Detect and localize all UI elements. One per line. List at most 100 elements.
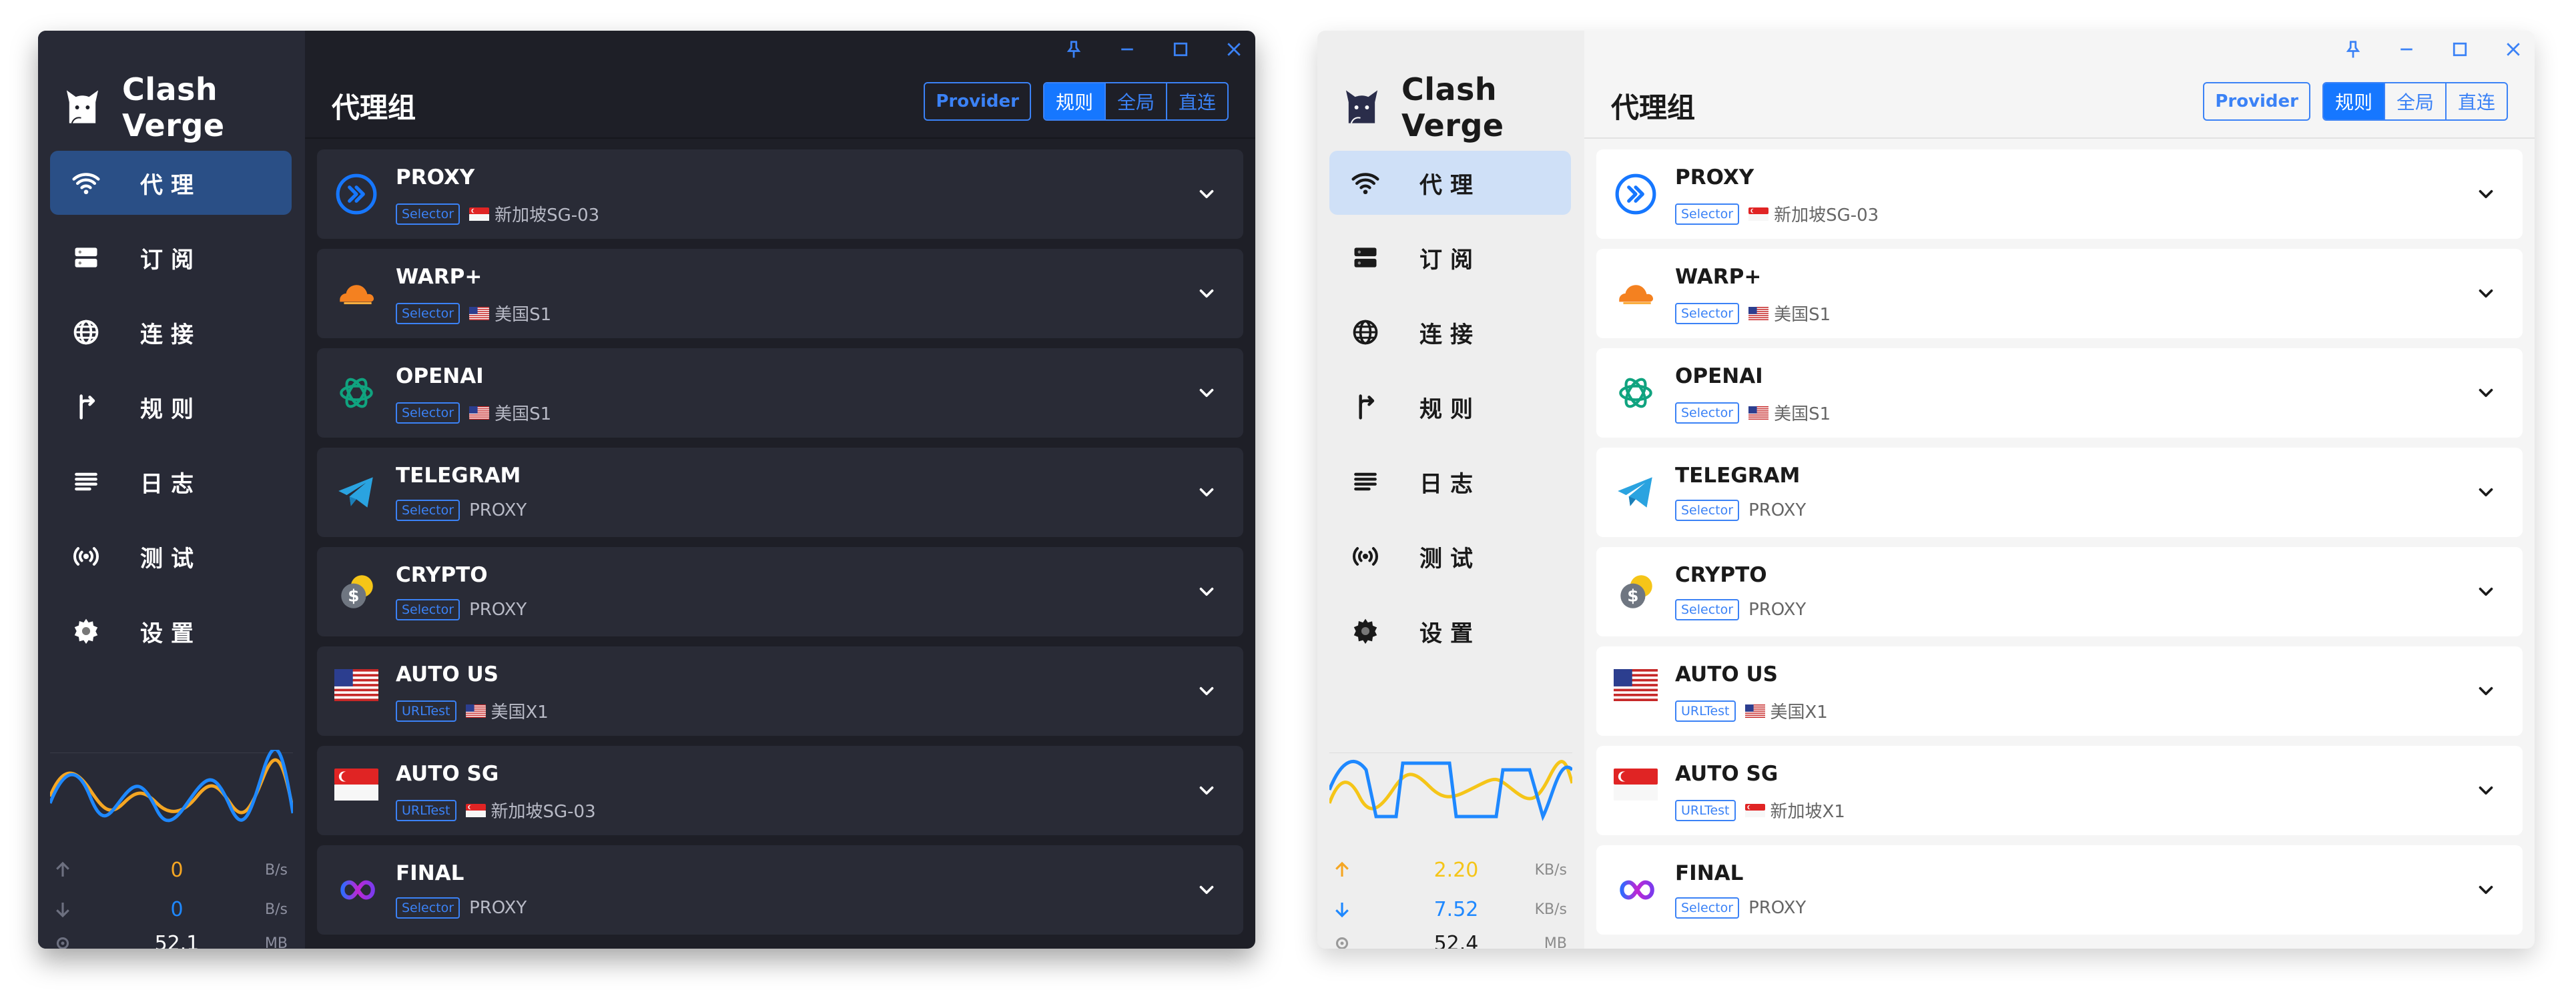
mode-selector: 规则 全局 直连 — [2322, 82, 2508, 121]
chevron-down-icon[interactable] — [2475, 879, 2497, 901]
proxy-group-card[interactable]: $ CRYPTO Selector PROXY — [317, 547, 1243, 636]
proxy-group-card[interactable]: OPENAI Selector 美国S1 — [1596, 348, 2523, 438]
nav-item-label: 设置 — [1419, 620, 1481, 647]
group-type-badge: Selector — [1675, 203, 1740, 225]
pin-icon[interactable] — [2338, 35, 2368, 64]
telegram-icon — [334, 470, 378, 514]
nav-item[interactable]: 设置 — [1329, 599, 1571, 663]
chevron-down-icon[interactable] — [1195, 183, 1218, 205]
minimize-icon[interactable] — [2392, 35, 2421, 64]
nav-item[interactable]: 测试 — [1329, 524, 1571, 588]
chevron-down-icon[interactable] — [2475, 680, 2497, 702]
proxy-icon — [334, 172, 378, 216]
us-flag-icon — [1614, 669, 1658, 713]
proxy-group-card[interactable]: AUTO SG URLTest 新加坡X1 — [1596, 746, 2523, 835]
proxy-group-card[interactable]: FINAL Selector PROXY — [317, 845, 1243, 935]
memory-stat: 52.1 MB — [50, 929, 292, 949]
nav-item[interactable]: 代理 — [1329, 151, 1571, 215]
proxy-group-card[interactable]: FINAL Selector PROXY — [1596, 845, 2523, 935]
nav-item[interactable]: 订阅 — [1329, 225, 1571, 290]
maximize-icon[interactable] — [1166, 35, 1195, 64]
group-type-badge: Selector — [1675, 599, 1740, 620]
chevron-down-icon[interactable] — [1195, 382, 1218, 404]
minimize-icon[interactable] — [1112, 35, 1142, 64]
nav-item[interactable]: 测试 — [50, 524, 292, 588]
nav-item[interactable]: 规则 — [50, 375, 292, 439]
chevron-down-icon[interactable] — [2475, 779, 2497, 802]
selected-proxy-label: 新加坡SG-03 — [491, 802, 596, 822]
app-window-dark: Clash Verge 代理 订阅 连接 规则 日志 测试 设置 0 B/s 0 B/s 5… — [38, 31, 1255, 949]
proxy-group-card[interactable]: AUTO US URLTest 美国X1 — [317, 646, 1243, 736]
selected-proxy-label: 新加坡SG-03 — [495, 205, 600, 225]
upload-speed: 2.20 — [1433, 858, 1479, 882]
selected-proxy-label: PROXY — [469, 500, 527, 520]
proxy-group-card[interactable]: AUTO US URLTest 美国X1 — [1596, 646, 2523, 736]
mode-button[interactable]: 规则 — [1044, 83, 1104, 119]
proxy-group-name: TELEGRAM — [1675, 464, 1801, 488]
nav-item[interactable]: 日志 — [1329, 450, 1571, 514]
chevron-down-icon[interactable] — [2475, 183, 2497, 205]
telegram-icon — [1614, 470, 1658, 514]
chevron-down-icon[interactable] — [1195, 481, 1218, 504]
chevron-down-icon[interactable] — [1195, 282, 1218, 305]
traffic-graph — [50, 750, 293, 823]
mode-button[interactable]: 直连 — [2445, 83, 2507, 119]
nav-item[interactable]: 代理 — [50, 151, 292, 215]
mode-button[interactable]: 全局 — [2384, 83, 2445, 119]
chevron-down-icon[interactable] — [2475, 580, 2497, 603]
download-speed: 0 — [170, 897, 184, 921]
group-type-badge: Selector — [396, 500, 460, 521]
selected-proxy-label: 美国X1 — [491, 702, 549, 722]
nav-item[interactable]: 连接 — [50, 300, 292, 364]
mode-button[interactable]: 全局 — [1104, 83, 1166, 119]
chevron-down-icon[interactable] — [1195, 680, 1218, 702]
chevron-down-icon[interactable] — [2475, 282, 2497, 305]
group-type-badge: Selector — [1675, 402, 1740, 424]
main-content: 代理组 Provider 规则 全局 直连 PROXY Selector 新加坡SG-0… — [305, 31, 1255, 949]
group-type-badge: Selector — [396, 897, 460, 919]
selected-proxy-label: PROXY — [1748, 898, 1807, 918]
selected-proxy-label: 美国S1 — [495, 305, 552, 325]
chevron-down-icon[interactable] — [1195, 779, 1218, 802]
nav-item[interactable]: 设置 — [50, 599, 292, 663]
pin-icon[interactable] — [1059, 35, 1088, 64]
nav-item-label: 订阅 — [1419, 246, 1481, 274]
proxy-group-card[interactable]: WARP+ Selector 美国S1 — [1596, 249, 2523, 338]
nav-item[interactable]: 订阅 — [50, 225, 292, 290]
chevron-down-icon[interactable] — [1195, 580, 1218, 603]
app-name: Clash Verge — [121, 71, 225, 143]
proxy-group-card[interactable]: WARP+ Selector 美国S1 — [317, 249, 1243, 338]
proxy-group-name: AUTO SG — [1675, 762, 1779, 786]
proxy-group-card[interactable]: AUTO SG URLTest 新加坡SG-03 — [317, 746, 1243, 835]
proxy-group-card[interactable]: PROXY Selector 新加坡SG-03 — [317, 149, 1243, 239]
upload-speed: 0 — [170, 858, 184, 882]
group-type-badge: Selector — [1675, 897, 1740, 919]
proxy-group-meta: Selector PROXY — [1675, 599, 1806, 620]
us-flag-icon — [1748, 306, 1769, 320]
provider-button[interactable]: Provider — [924, 82, 1031, 121]
chevron-down-icon[interactable] — [1195, 879, 1218, 901]
proxy-group-card[interactable]: TELEGRAM Selector PROXY — [1596, 448, 2523, 537]
proxy-group-card[interactable]: $ CRYPTO Selector PROXY — [1596, 547, 2523, 636]
nav-item[interactable]: 规则 — [1329, 375, 1571, 439]
proxy-group-meta: Selector 美国S1 — [1675, 301, 1831, 326]
openai-icon — [1614, 371, 1658, 415]
nav-item-label: 规则 — [140, 396, 202, 423]
proxy-icon — [1614, 172, 1658, 216]
nav-item[interactable]: 连接 — [1329, 300, 1571, 364]
close-icon[interactable] — [2499, 35, 2528, 64]
nav-item-label: 连接 — [1419, 321, 1481, 348]
chevron-down-icon[interactable] — [2475, 382, 2497, 404]
close-icon[interactable] — [1219, 35, 1249, 64]
download-stat: 7.52 KB/s — [1329, 895, 1571, 924]
mode-button[interactable]: 规则 — [2324, 83, 2384, 119]
proxy-group-card[interactable]: PROXY Selector 新加坡SG-03 — [1596, 149, 2523, 239]
proxy-group-card[interactable]: OPENAI Selector 美国S1 — [317, 348, 1243, 438]
chevron-down-icon[interactable] — [2475, 481, 2497, 504]
mode-button[interactable]: 直连 — [1166, 83, 1227, 119]
provider-button[interactable]: Provider — [2203, 82, 2310, 121]
nav-item[interactable]: 日志 — [50, 450, 292, 514]
proxy-group-card[interactable]: TELEGRAM Selector PROXY — [317, 448, 1243, 537]
maximize-icon[interactable] — [2445, 35, 2475, 64]
sidebar-nav: 代理订阅连接规则日志测试设置 — [1329, 151, 1571, 674]
